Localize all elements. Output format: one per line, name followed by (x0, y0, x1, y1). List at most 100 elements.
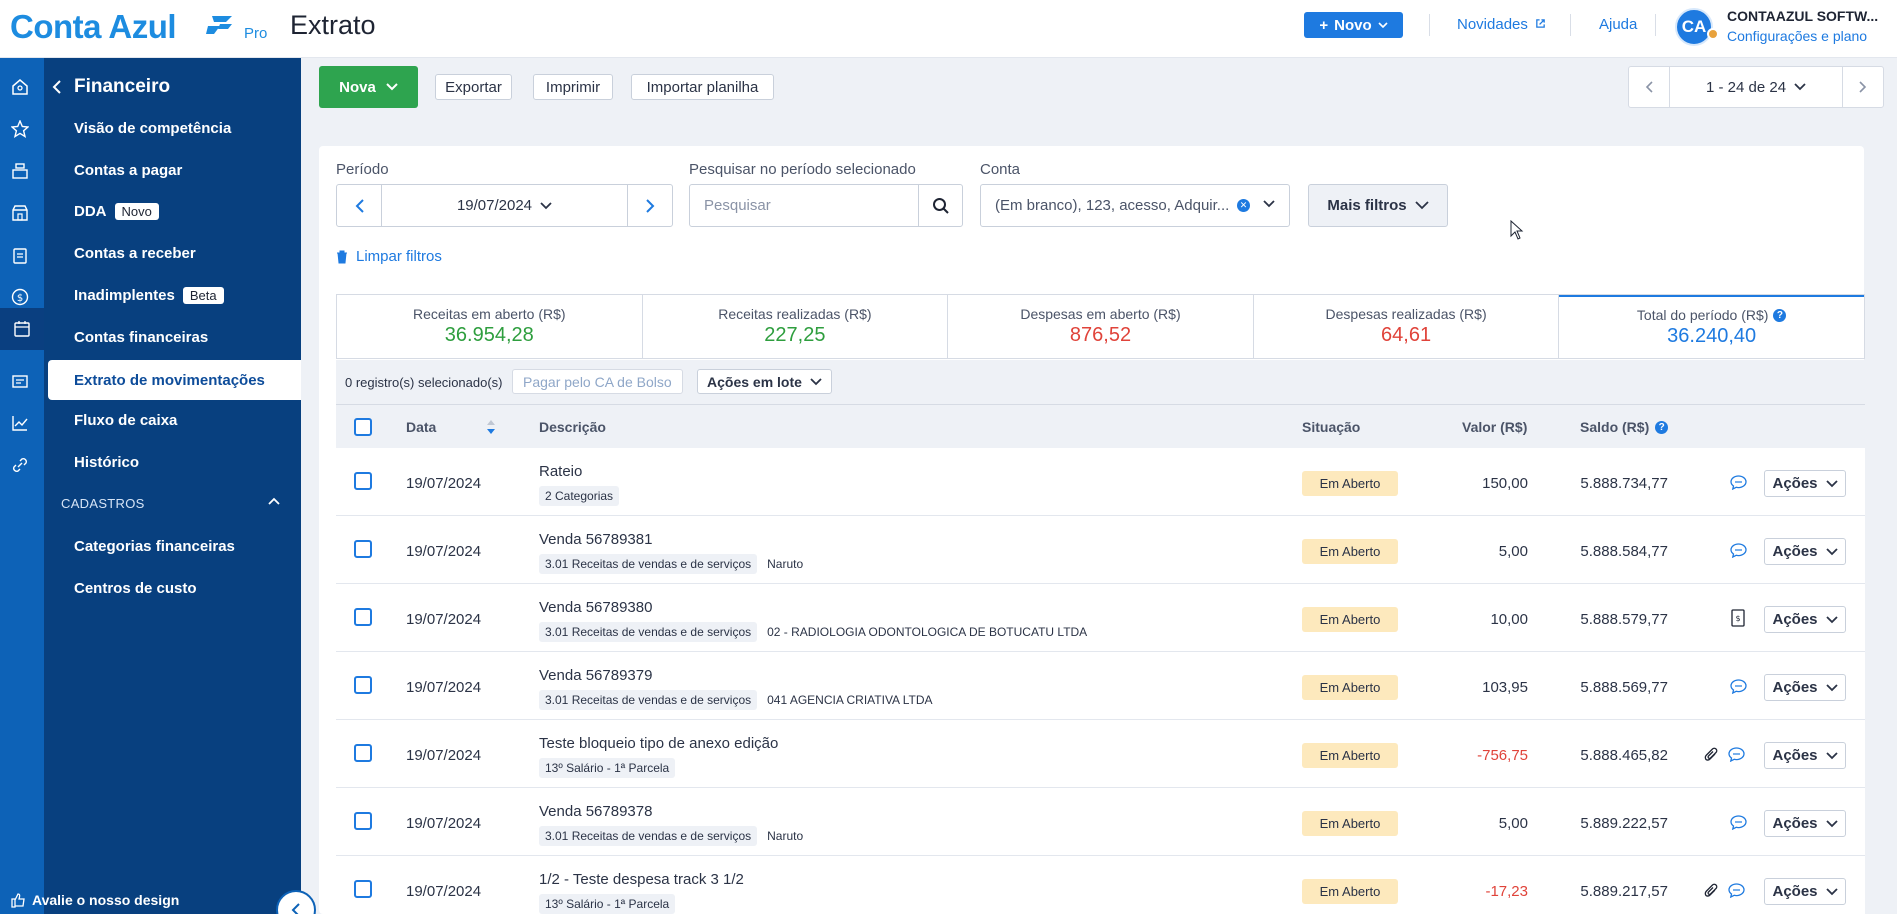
row-actions-button[interactable]: Ações (1764, 742, 1846, 769)
row-description[interactable]: Venda 56789381 (539, 531, 652, 548)
sidebar-item-fluxo-caixa[interactable]: Fluxo de caixa (74, 412, 177, 429)
summary-receitas-realizadas[interactable]: Receitas realizadas (R$) 227,25 (643, 295, 949, 358)
imprimir-button[interactable]: Imprimir (533, 74, 613, 100)
more-filters-button[interactable]: Mais filtros (1308, 184, 1448, 227)
sidebar-item-historico[interactable]: Histórico (74, 454, 139, 471)
chart-line-icon[interactable] (9, 412, 31, 434)
row-checkbox[interactable] (354, 744, 372, 762)
table-row[interactable]: 19/07/2024 1/2 - Teste despesa track 3 1/… (336, 856, 1865, 914)
row-description[interactable]: Venda 56789379 (539, 667, 652, 684)
sidebar-item-contas-receber[interactable]: Contas a receber (74, 245, 196, 262)
row-actions-button[interactable]: Ações (1764, 606, 1846, 633)
pay-ca-bolso-button[interactable]: Pagar pelo CA de Bolso (512, 369, 683, 394)
sidebar-item-contas-pagar[interactable]: Contas a pagar (74, 162, 182, 179)
batch-actions-button[interactable]: Ações em lote (697, 369, 832, 394)
home-icon[interactable] (9, 76, 31, 98)
new-top-button[interactable]: + Novo (1304, 12, 1403, 38)
receipt-icon[interactable] (9, 370, 31, 392)
settings-plan-link[interactable]: Configurações e plano (1727, 28, 1867, 44)
row-checkbox[interactable] (354, 540, 372, 558)
row-description[interactable]: Teste bloqueio tipo de anexo edição (539, 735, 778, 752)
period-select[interactable]: 19/07/2024 (381, 185, 628, 226)
summary-despesas-realizadas[interactable]: Despesas realizadas (R$) 64,61 (1254, 295, 1560, 358)
summary-receitas-aberto[interactable]: Receitas em aberto (R$) 36.954,28 (337, 295, 643, 358)
row-description[interactable]: 1/2 - Teste despesa track 3 1/2 (539, 871, 744, 888)
table-row[interactable]: 19/07/2024 Teste bloqueio tipo de anexo e… (336, 720, 1865, 788)
select-all-checkbox[interactable] (354, 418, 372, 436)
logo-text[interactable]: Conta Azul (10, 8, 177, 46)
table-row[interactable]: 19/07/2024 Venda 56789378 3.01 Receitas de… (336, 788, 1865, 856)
column-data[interactable]: Data (406, 419, 436, 435)
sidebar-item-categorias[interactable]: Categorias financeiras (74, 538, 235, 555)
collapse-sidebar-button[interactable] (276, 890, 316, 914)
link-icon[interactable] (9, 454, 31, 476)
sort-icon[interactable] (486, 419, 496, 435)
chevron-left-icon[interactable] (52, 78, 62, 99)
row-description[interactable]: Venda 56789380 (539, 599, 652, 616)
top-bar: Conta Azul Pro Extrato + Novo Novidades … (0, 0, 1897, 58)
previous-period-button[interactable] (337, 185, 381, 226)
row-checkbox[interactable] (354, 812, 372, 830)
next-page-button[interactable] (1843, 67, 1883, 107)
summary-total-periodo[interactable]: Total do período (R$) ? 36.240,40 (1559, 295, 1864, 358)
avatar[interactable]: CA (1675, 8, 1713, 46)
table-row[interactable]: 19/07/2024 Rateio 2 Categorias Em Aberto 150… (336, 448, 1865, 516)
conta-select[interactable]: (Em branco), 123, acesso, Adquir... ✕ (980, 184, 1290, 227)
table-row[interactable]: 19/07/2024 Venda 56789379 3.01 Receitas de… (336, 652, 1865, 720)
chevron-up-icon[interactable] (268, 494, 280, 508)
feedback-link[interactable]: Avalie o nosso design (10, 892, 179, 908)
row-actions-button[interactable]: Ações (1764, 878, 1846, 905)
help-icon[interactable]: ? (1773, 308, 1787, 322)
sidebar-item-contas-financeiras[interactable]: Contas financeiras (74, 329, 208, 346)
exportar-button[interactable]: Exportar (435, 74, 512, 100)
star-icon[interactable] (9, 118, 31, 140)
sidebar-item-inadimplentes[interactable]: Inadimplentes Beta (74, 287, 224, 304)
clear-icon[interactable]: ✕ (1237, 199, 1250, 212)
novidades-link[interactable]: Novidades (1457, 16, 1546, 33)
sidebar-item-dda[interactable]: DDA Novo (74, 203, 159, 220)
row-valor: -756,75 (1477, 747, 1528, 764)
row-description[interactable]: Venda 56789378 (539, 803, 652, 820)
row-actions-button[interactable]: Ações (1764, 810, 1846, 837)
sidebar-item-visao-competencia[interactable]: Visão de competência (74, 120, 231, 137)
company-name[interactable]: CONTAAZUL SOFTW... (1727, 8, 1878, 24)
row-checkbox[interactable] (354, 676, 372, 694)
page-range-select[interactable]: 1 - 24 de 24 (1669, 67, 1843, 107)
store-icon[interactable] (9, 202, 31, 224)
sidebar-item-extrato[interactable]: Extrato de movimentações (48, 360, 301, 400)
comment-icon[interactable] (1728, 812, 1748, 832)
search-input[interactable] (690, 185, 918, 226)
row-checkbox[interactable] (354, 880, 372, 898)
search-button[interactable] (918, 185, 962, 226)
nova-button[interactable]: Nova (319, 66, 418, 108)
clipboard-icon[interactable] (9, 244, 31, 266)
table-row[interactable]: 19/07/2024 Venda 56789381 3.01 Receitas de… (336, 516, 1865, 584)
clear-filters-link[interactable]: Limpar filtros (336, 248, 442, 265)
importar-planilha-button[interactable]: Importar planilha (631, 74, 774, 100)
row-description[interactable]: Rateio (539, 463, 582, 480)
cash-register-icon[interactable] (9, 160, 31, 182)
row-actions-button[interactable]: Ações (1764, 470, 1846, 497)
row-checkbox[interactable] (354, 608, 372, 626)
comment-icon[interactable] (1728, 472, 1748, 492)
comment-icon[interactable] (1728, 676, 1748, 696)
row-actions-button[interactable]: Ações (1764, 538, 1846, 565)
attachment-icon[interactable] (1701, 744, 1721, 764)
previous-page-button[interactable] (1629, 67, 1669, 107)
comment-icon[interactable] (1728, 540, 1748, 560)
financial-calendar-icon[interactable] (0, 308, 44, 350)
ajuda-link[interactable]: Ajuda (1599, 16, 1637, 33)
invoice-icon[interactable]: $ (1728, 608, 1748, 628)
attachment-icon[interactable] (1701, 880, 1721, 900)
comment-icon[interactable] (1726, 880, 1746, 900)
money-icon[interactable]: $ (9, 286, 31, 308)
table-row[interactable]: 19/07/2024 Venda 56789380 3.01 Receitas de… (336, 584, 1865, 652)
row-actions-button[interactable]: Ações (1764, 674, 1846, 701)
help-icon[interactable]: ? (1655, 420, 1669, 434)
comment-icon[interactable] (1726, 744, 1746, 764)
next-period-button[interactable] (628, 185, 672, 226)
sidebar-section-cadastros[interactable]: CADASTROS (61, 496, 145, 511)
sidebar-item-centros-custo[interactable]: Centros de custo (74, 580, 197, 597)
summary-despesas-aberto[interactable]: Despesas em aberto (R$) 876,52 (948, 295, 1254, 358)
row-checkbox[interactable] (354, 472, 372, 490)
